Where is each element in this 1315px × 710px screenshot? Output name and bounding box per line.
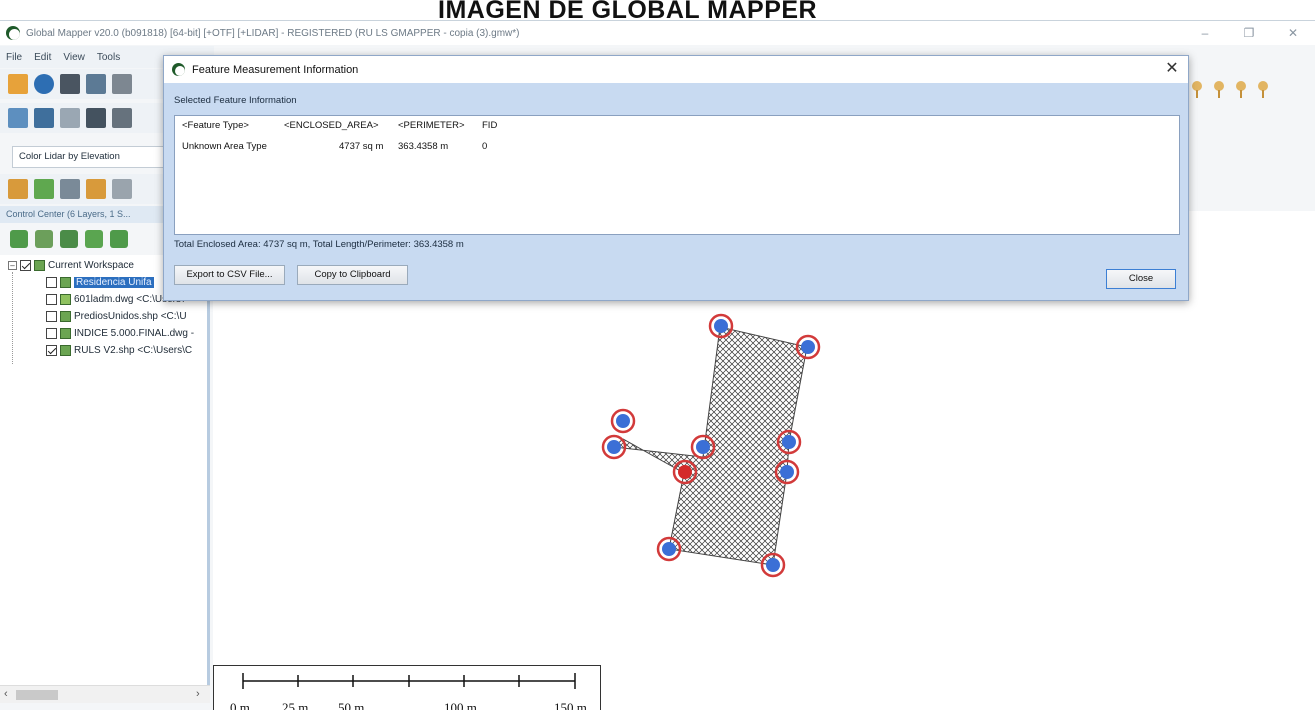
- close-window-button[interactable]: ✕: [1271, 21, 1315, 45]
- section-label: Selected Feature Information: [174, 95, 297, 106]
- export-csv-button[interactable]: Export to CSV File...: [174, 265, 285, 285]
- 3d-view-icon[interactable]: [86, 108, 106, 128]
- menu-edit[interactable]: Edit: [28, 52, 57, 63]
- layer-label: RULS V2.shp <C:\Users\C: [74, 345, 193, 356]
- layer-export-icon[interactable]: [85, 230, 103, 248]
- layer-icon: [60, 345, 71, 356]
- pin-icon[interactable]: [1256, 81, 1271, 99]
- minimize-button[interactable]: –: [1183, 21, 1227, 45]
- digitizer-icon[interactable]: [34, 108, 54, 128]
- scale-label: 0 m: [230, 700, 250, 710]
- pin-tools: [1190, 81, 1271, 99]
- layer-label: Residencia Unifa: [74, 277, 154, 288]
- layer-icon: [60, 328, 71, 339]
- window-controls: – ❐ ✕: [1183, 21, 1315, 45]
- layer-checkbox[interactable]: [46, 345, 57, 356]
- layer-tree: – Current Workspace Residencia Unifa 601…: [0, 255, 210, 685]
- caption-text: IMAGEN DE GLOBAL MAPPER: [438, 0, 818, 20]
- scrollbar-thumb[interactable]: [16, 690, 58, 700]
- table-cell[interactable]: 4737 sq m: [339, 141, 383, 152]
- pan-icon[interactable]: [86, 179, 106, 199]
- percent-icon[interactable]: [112, 108, 132, 128]
- layer-label: INDICE 5.000.FINAL.dwg -: [74, 328, 195, 339]
- grid-icon[interactable]: [8, 108, 28, 128]
- menu-tools[interactable]: Tools: [91, 52, 126, 63]
- dialog-title: Feature Measurement Information: [192, 63, 359, 76]
- scroll-left-arrow-icon[interactable]: ‹: [4, 688, 8, 700]
- image-caption: IMAGEN DE GLOBAL MAPPER: [420, 0, 940, 20]
- layer-checkbox[interactable]: [46, 311, 57, 322]
- layer-label: PrediosUnidos.shp <C:\U: [74, 311, 187, 322]
- menu-file[interactable]: File: [0, 52, 28, 63]
- tree-layer[interactable]: PrediosUnidos.shp <C:\U: [46, 308, 187, 325]
- pin-icon[interactable]: [1212, 81, 1227, 99]
- feature-measurement-dialog: Feature Measurement Information ✕ Select…: [163, 55, 1189, 301]
- global-mapper-logo-icon: [172, 63, 185, 76]
- layer-icon: [60, 277, 71, 288]
- layer-checkbox[interactable]: [46, 277, 57, 288]
- layer-icon: [60, 311, 71, 322]
- scale-bar: 0 m 25 m 50 m 100 m 150 m: [213, 665, 601, 710]
- feature-info-table: <Feature Type> <ENCLOSED_AREA> <PERIMETE…: [174, 115, 1180, 235]
- pin-icon[interactable]: [1190, 81, 1205, 99]
- tree-root-label: Current Workspace: [48, 260, 134, 271]
- column-header: FID: [482, 120, 498, 131]
- root-checkbox[interactable]: [20, 260, 31, 271]
- title-bar: Global Mapper v20.0 (b091818) [64-bit] […: [0, 21, 1315, 45]
- save-icon[interactable]: [60, 74, 80, 94]
- tree-layer[interactable]: RULS V2.shp <C:\Users\C: [46, 342, 192, 359]
- scale-label: 100 m: [444, 700, 477, 710]
- move-icon[interactable]: [8, 179, 28, 199]
- tree-horizontal-scrollbar[interactable]: ‹ ›: [0, 685, 210, 703]
- tree-layer[interactable]: INDICE 5.000.FINAL.dwg -: [46, 325, 194, 342]
- pin-icon[interactable]: [1234, 81, 1249, 99]
- restore-button[interactable]: ❐: [1227, 21, 1271, 45]
- layer-zoom-icon[interactable]: [110, 230, 128, 248]
- wrench-icon[interactable]: [112, 74, 132, 94]
- totals-text: Total Enclosed Area: 4737 sq m, Total Le…: [174, 239, 464, 250]
- menu-view[interactable]: View: [57, 52, 91, 63]
- scale-label: 150 m: [554, 700, 587, 710]
- global-mapper-logo-icon: [6, 26, 20, 40]
- tree-guide: [12, 272, 13, 364]
- layer-checkbox[interactable]: [46, 328, 57, 339]
- scale-label: 50 m: [338, 700, 365, 710]
- column-header: <ENCLOSED_AREA>: [284, 120, 379, 131]
- layer-options-icon[interactable]: [35, 230, 53, 248]
- vertex-marker[interactable]: [610, 408, 636, 434]
- cad-layer-icon: [60, 294, 71, 305]
- split-icon[interactable]: [112, 179, 132, 199]
- layer-remove-icon[interactable]: [60, 230, 78, 248]
- scroll-right-arrow-icon[interactable]: ›: [196, 688, 200, 700]
- secondary-toolbar: [0, 103, 170, 133]
- scale-label: 25 m: [282, 700, 309, 710]
- window-title: Global Mapper v20.0 (b091818) [64-bit] […: [26, 27, 520, 39]
- tree-layer[interactable]: Residencia Unifa: [46, 274, 154, 291]
- edit-vertex-icon[interactable]: [34, 179, 54, 199]
- table-cell[interactable]: Unknown Area Type: [182, 141, 267, 152]
- digitizer-toolbar: [0, 174, 170, 204]
- globe-icon[interactable]: [34, 74, 54, 94]
- reshape-icon[interactable]: [60, 179, 80, 199]
- table-cell[interactable]: 363.4358 m: [398, 141, 448, 152]
- layer-checkbox[interactable]: [46, 294, 57, 305]
- collapse-icon[interactable]: –: [8, 261, 17, 270]
- workspace-icon: [34, 260, 45, 271]
- layer-add-icon[interactable]: [10, 230, 28, 248]
- open-folder-icon[interactable]: [8, 74, 28, 94]
- config-icon[interactable]: [86, 74, 106, 94]
- dialog-close-icon[interactable]: ✕: [1162, 59, 1182, 79]
- profile-icon[interactable]: [60, 108, 80, 128]
- main-toolbar: [0, 69, 170, 99]
- shader-dropdown[interactable]: Color Lidar by Elevation: [12, 146, 168, 168]
- table-cell[interactable]: 0: [482, 141, 487, 152]
- copy-clipboard-button[interactable]: Copy to Clipboard: [297, 265, 408, 285]
- scale-bar-graphic: [242, 673, 576, 689]
- column-header: <Feature Type>: [182, 120, 249, 131]
- column-header: <PERIMETER>: [398, 120, 465, 131]
- close-button[interactable]: Close: [1106, 269, 1176, 289]
- tree-root[interactable]: – Current Workspace: [8, 257, 134, 274]
- dialog-title-bar: Feature Measurement Information ✕: [164, 56, 1188, 83]
